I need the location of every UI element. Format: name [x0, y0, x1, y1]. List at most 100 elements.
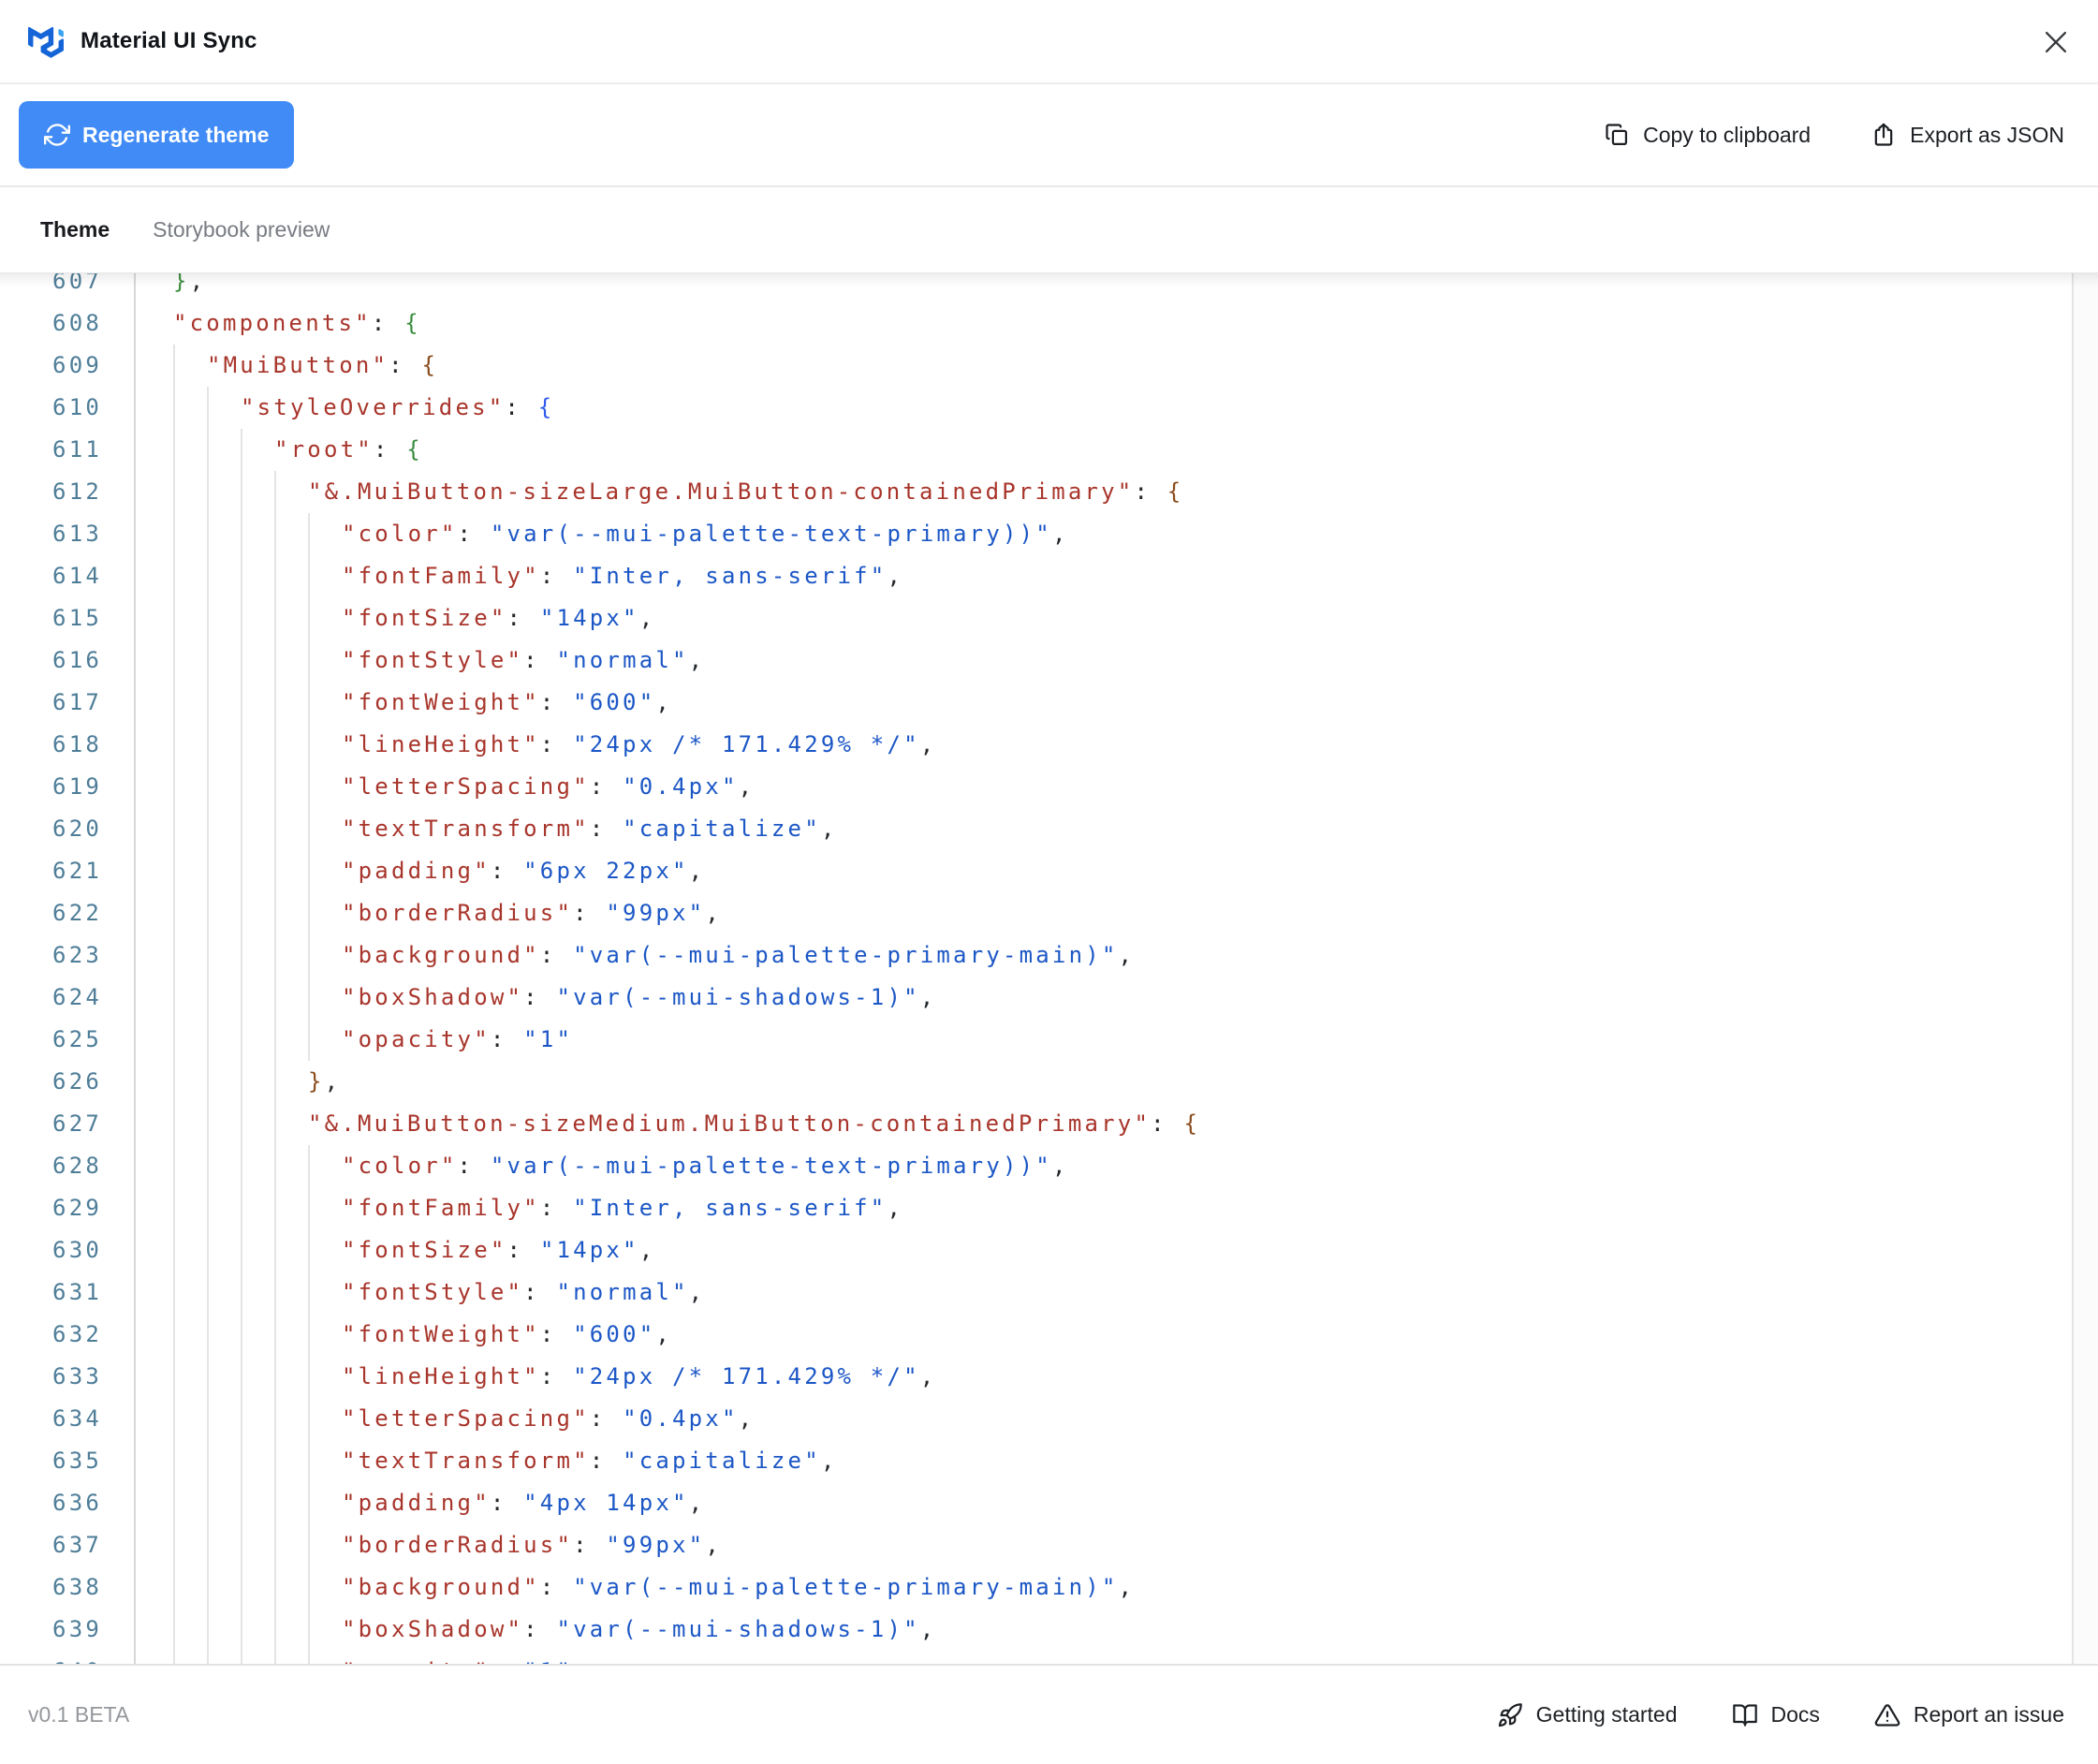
- code-line: 627 "&.MuiButton-sizeMedium.MuiButton-con…: [0, 1103, 2098, 1145]
- footer-links: Getting started Docs Report an issue: [1497, 1702, 2064, 1728]
- line-number: 633: [0, 1356, 136, 1398]
- line-number: 611: [0, 429, 136, 471]
- code-line-text: },: [173, 273, 207, 294]
- code-line: 608 "components": {: [0, 302, 2098, 345]
- regenerate-theme-label: Regenerate theme: [82, 122, 270, 147]
- code-line-text: "fontStyle": "normal",: [136, 1272, 2098, 1314]
- code-line: 623 "background": "var(--mui-palette-prim…: [0, 934, 2098, 977]
- line-number: 619: [0, 766, 136, 808]
- line-number: 621: [0, 850, 136, 892]
- toolbar: Regenerate theme Copy to clipboard Expor…: [0, 84, 2098, 187]
- code-line: 614 "fontFamily": "Inter, sans-serif",: [0, 555, 2098, 597]
- line-number: 625: [0, 1019, 136, 1061]
- line-number: 628: [0, 1145, 136, 1187]
- code-line: 621 "padding": "6px 22px",: [0, 850, 2098, 892]
- code-line: 633 "lineHeight": "24px /* 171.429% */",: [0, 1356, 2098, 1398]
- code-line-text: "opacity": "1": [136, 1019, 2098, 1061]
- code-line-text: "lineHeight": "24px /* 171.429% */",: [136, 1356, 2098, 1398]
- code-line: 607},: [0, 273, 2098, 302]
- header: Material UI Sync: [0, 0, 2098, 84]
- code-line-text: "background": "var(--mui-palette-primary…: [136, 1566, 2098, 1609]
- code-line: 615 "fontSize": "14px",: [0, 597, 2098, 639]
- page-title: Material UI Sync: [81, 28, 257, 53]
- line-number: 627: [0, 1103, 136, 1145]
- code-line: 630 "fontSize": "14px",: [0, 1229, 2098, 1272]
- tab-storybook-preview[interactable]: Storybook preview: [153, 217, 330, 243]
- mui-logo-icon: [28, 26, 64, 58]
- code-line: 628 "color": "var(--mui-palette-text-prim…: [0, 1145, 2098, 1187]
- line-number: 622: [0, 892, 136, 934]
- line-number: 639: [0, 1609, 136, 1651]
- code-line: 637 "borderRadius": "99px",: [0, 1524, 2098, 1566]
- code-line: 635 "textTransform": "capitalize",: [0, 1440, 2098, 1482]
- tab-theme[interactable]: Theme: [40, 217, 110, 243]
- line-number: 623: [0, 934, 136, 977]
- line-number: 607: [0, 273, 136, 302]
- code-line: 619 "letterSpacing": "0.4px",: [0, 766, 2098, 808]
- docs-link[interactable]: Docs: [1732, 1702, 1820, 1728]
- line-number: 626: [0, 1061, 136, 1103]
- code-line-text: "boxShadow": "var(--mui-shadows-1)",: [136, 977, 2098, 1019]
- getting-started-label: Getting started: [1535, 1702, 1678, 1727]
- copy-to-clipboard-label: Copy to clipboard: [1643, 122, 1812, 147]
- code-line: 618 "lineHeight": "24px /* 171.429% */",: [0, 724, 2098, 766]
- code-line-text: "padding": "4px 14px",: [136, 1482, 2098, 1524]
- line-number: 616: [0, 639, 136, 682]
- code-line-text: "textTransform": "capitalize",: [136, 1440, 2098, 1482]
- docs-label: Docs: [1770, 1702, 1820, 1727]
- code-line-text: "fontSize": "14px",: [136, 1229, 2098, 1272]
- code-lines: 607}, 608 "components": {609 "MuiButton": {…: [0, 273, 2098, 1664]
- code-line-text: "padding": "6px 22px",: [136, 850, 2098, 892]
- code-line-text: },: [136, 1061, 2098, 1103]
- line-number: 637: [0, 1524, 136, 1566]
- code-line-text: "borderRadius": "99px",: [136, 892, 2098, 934]
- code-line: 640"opacity": "1": [0, 1651, 2098, 1664]
- code-line: 626},: [0, 1061, 2098, 1103]
- code-line: 620 "textTransform": "capitalize",: [0, 808, 2098, 850]
- line-number: 629: [0, 1187, 136, 1229]
- close-icon: [2040, 26, 2072, 58]
- line-number: 610: [0, 387, 136, 429]
- vertical-scrollbar[interactable]: [2072, 273, 2098, 1664]
- theme-code-editor[interactable]: 607}, 608 "components": {609 "MuiButton": {…: [0, 273, 2098, 1664]
- line-number: 608: [0, 302, 136, 345]
- code-line: 610 "styleOverrides": {: [0, 387, 2098, 429]
- code-line: 616 "fontStyle": "normal",: [0, 639, 2098, 682]
- code-line-text: "fontWeight": "600",: [136, 682, 2098, 724]
- code-line: 613 "color": "var(--mui-palette-text-prim…: [0, 513, 2098, 555]
- code-line-text: "&.MuiButton-sizeMedium.MuiButton-contai…: [136, 1103, 2098, 1145]
- copy-to-clipboard-button[interactable]: Copy to clipboard: [1604, 122, 1811, 148]
- line-number: 624: [0, 977, 136, 1019]
- toolbar-actions: Copy to clipboard Export as JSON: [1604, 122, 2064, 148]
- tab-bar: Theme Storybook preview: [0, 187, 2098, 273]
- report-issue-link[interactable]: Report an issue: [1874, 1702, 2064, 1728]
- code-line-text: "fontFamily": "Inter, sans-serif",: [136, 555, 2098, 597]
- code-line: 625 "opacity": "1": [0, 1019, 2098, 1061]
- code-line: 638 "background": "var(--mui-palette-prim…: [0, 1566, 2098, 1609]
- report-issue-label: Report an issue: [1913, 1702, 2064, 1727]
- export-as-json-label: Export as JSON: [1910, 122, 2064, 147]
- close-button[interactable]: [2038, 24, 2074, 60]
- sync-icon: [44, 122, 70, 148]
- code-line-text: "&.MuiButton-sizeLarge.MuiButton-contain…: [136, 471, 2098, 513]
- rocket-icon: [1497, 1702, 1523, 1728]
- line-number: 618: [0, 724, 136, 766]
- code-line-text: "fontWeight": "600",: [136, 1314, 2098, 1356]
- code-line: 612 "&.MuiButton-sizeLarge.MuiButton-cont…: [0, 471, 2098, 513]
- getting-started-link[interactable]: Getting started: [1497, 1702, 1678, 1728]
- line-number: 613: [0, 513, 136, 555]
- line-number: 631: [0, 1272, 136, 1314]
- regenerate-theme-button[interactable]: Regenerate theme: [19, 101, 295, 169]
- export-as-json-button[interactable]: Export as JSON: [1871, 122, 2064, 148]
- code-line: 636 "padding": "4px 14px",: [0, 1482, 2098, 1524]
- code-line-text: "color": "var(--mui-palette-text-primary…: [136, 513, 2098, 555]
- code-line: 629 "fontFamily": "Inter, sans-serif",: [0, 1187, 2098, 1229]
- code-line: 639 "boxShadow": "var(--mui-shadows-1)",: [0, 1609, 2098, 1651]
- line-number: 636: [0, 1482, 136, 1524]
- line-number: 620: [0, 808, 136, 850]
- code-line-text: "boxShadow": "var(--mui-shadows-1)",: [136, 1609, 2098, 1651]
- line-number: 635: [0, 1440, 136, 1482]
- code-line: 624 "boxShadow": "var(--mui-shadows-1)",: [0, 977, 2098, 1019]
- code-line: 634 "letterSpacing": "0.4px",: [0, 1398, 2098, 1440]
- line-number: 638: [0, 1566, 136, 1609]
